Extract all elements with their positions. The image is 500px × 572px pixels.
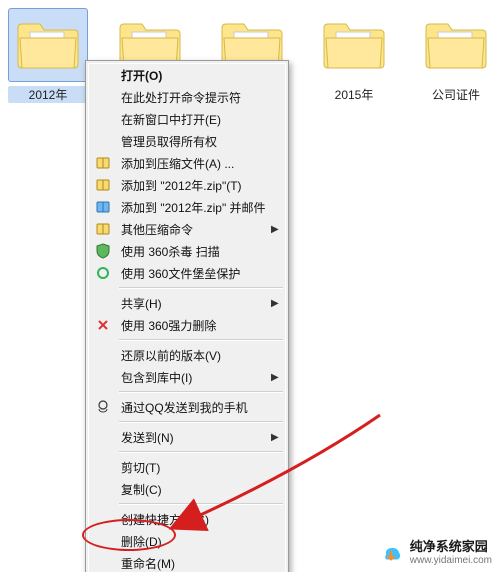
- menu-rename[interactable]: 重命名(M): [89, 552, 285, 572]
- menu-delete[interactable]: 删除(D): [89, 530, 285, 552]
- menu-add-to-archive[interactable]: 添加到压缩文件(A) ...: [89, 152, 285, 174]
- shield-icon: [95, 243, 111, 259]
- menu-create-shortcut[interactable]: 创建快捷方式(S): [89, 508, 285, 530]
- desktop: 2012年: [0, 0, 500, 572]
- menu-include-in-library[interactable]: 包含到库中(I)▶: [89, 366, 285, 388]
- menu-send-to[interactable]: 发送到(N)▶: [89, 426, 285, 448]
- folder-label: 公司证件: [416, 86, 496, 103]
- menu-separator: [119, 287, 283, 289]
- menu-separator: [119, 339, 283, 341]
- menu-separator: [119, 421, 283, 423]
- archive-mail-icon: [95, 199, 111, 215]
- menu-qq-send-phone[interactable]: 通过QQ发送到我的手机: [89, 396, 285, 418]
- menu-cut[interactable]: 剪切(T): [89, 456, 285, 478]
- watermark: 纯净系统家园 www.yidaimei.com: [378, 540, 492, 566]
- context-menu: 打开(O) 在此处打开命令提示符 在新窗口中打开(E) 管理员取得所有权 添加到…: [85, 60, 289, 572]
- menu-take-ownership[interactable]: 管理员取得所有权: [89, 130, 285, 152]
- menu-separator: [119, 503, 283, 505]
- menu-copy[interactable]: 复制(C): [89, 478, 285, 500]
- menu-open-cmd-here[interactable]: 在此处打开命令提示符: [89, 86, 285, 108]
- menu-other-archive[interactable]: 其他压缩命令▶: [89, 218, 285, 240]
- menu-separator: [119, 391, 283, 393]
- folder-label: 2015年: [314, 86, 394, 103]
- ring-icon: [95, 265, 111, 281]
- delete-icon: [95, 317, 111, 333]
- menu-open-new-window[interactable]: 在新窗口中打开(E): [89, 108, 285, 130]
- folder-icon: [424, 20, 488, 70]
- menu-add-to-zip-email[interactable]: 添加到 "2012年.zip" 并邮件: [89, 196, 285, 218]
- archive-icon: [95, 177, 111, 193]
- menu-share[interactable]: 共享(H)▶: [89, 292, 285, 314]
- qq-icon: [95, 399, 111, 415]
- folder-label: 2012年: [8, 86, 88, 103]
- menu-360-force-delete[interactable]: 使用 360强力删除: [89, 314, 285, 336]
- folder-2015[interactable]: 2015年: [314, 8, 394, 103]
- cloud-download-icon: [378, 540, 404, 566]
- folder-icon: [322, 20, 386, 70]
- menu-add-to-zip[interactable]: 添加到 "2012年.zip"(T): [89, 174, 285, 196]
- menu-360-fort[interactable]: 使用 360文件堡垒保护: [89, 262, 285, 284]
- archive-icon: [95, 155, 111, 171]
- archive-icon: [95, 221, 111, 237]
- watermark-url: www.yidaimei.com: [410, 555, 492, 566]
- menu-open[interactable]: 打开(O): [89, 64, 285, 86]
- menu-restore-version[interactable]: 还原以前的版本(V): [89, 344, 285, 366]
- folder-cert[interactable]: 公司证件: [416, 8, 496, 103]
- folder-2012[interactable]: 2012年: [8, 8, 88, 103]
- folder-icon: [16, 20, 80, 70]
- watermark-title: 纯净系统家园: [410, 540, 492, 554]
- menu-360-scan[interactable]: 使用 360杀毒 扫描: [89, 240, 285, 262]
- menu-separator: [119, 451, 283, 453]
